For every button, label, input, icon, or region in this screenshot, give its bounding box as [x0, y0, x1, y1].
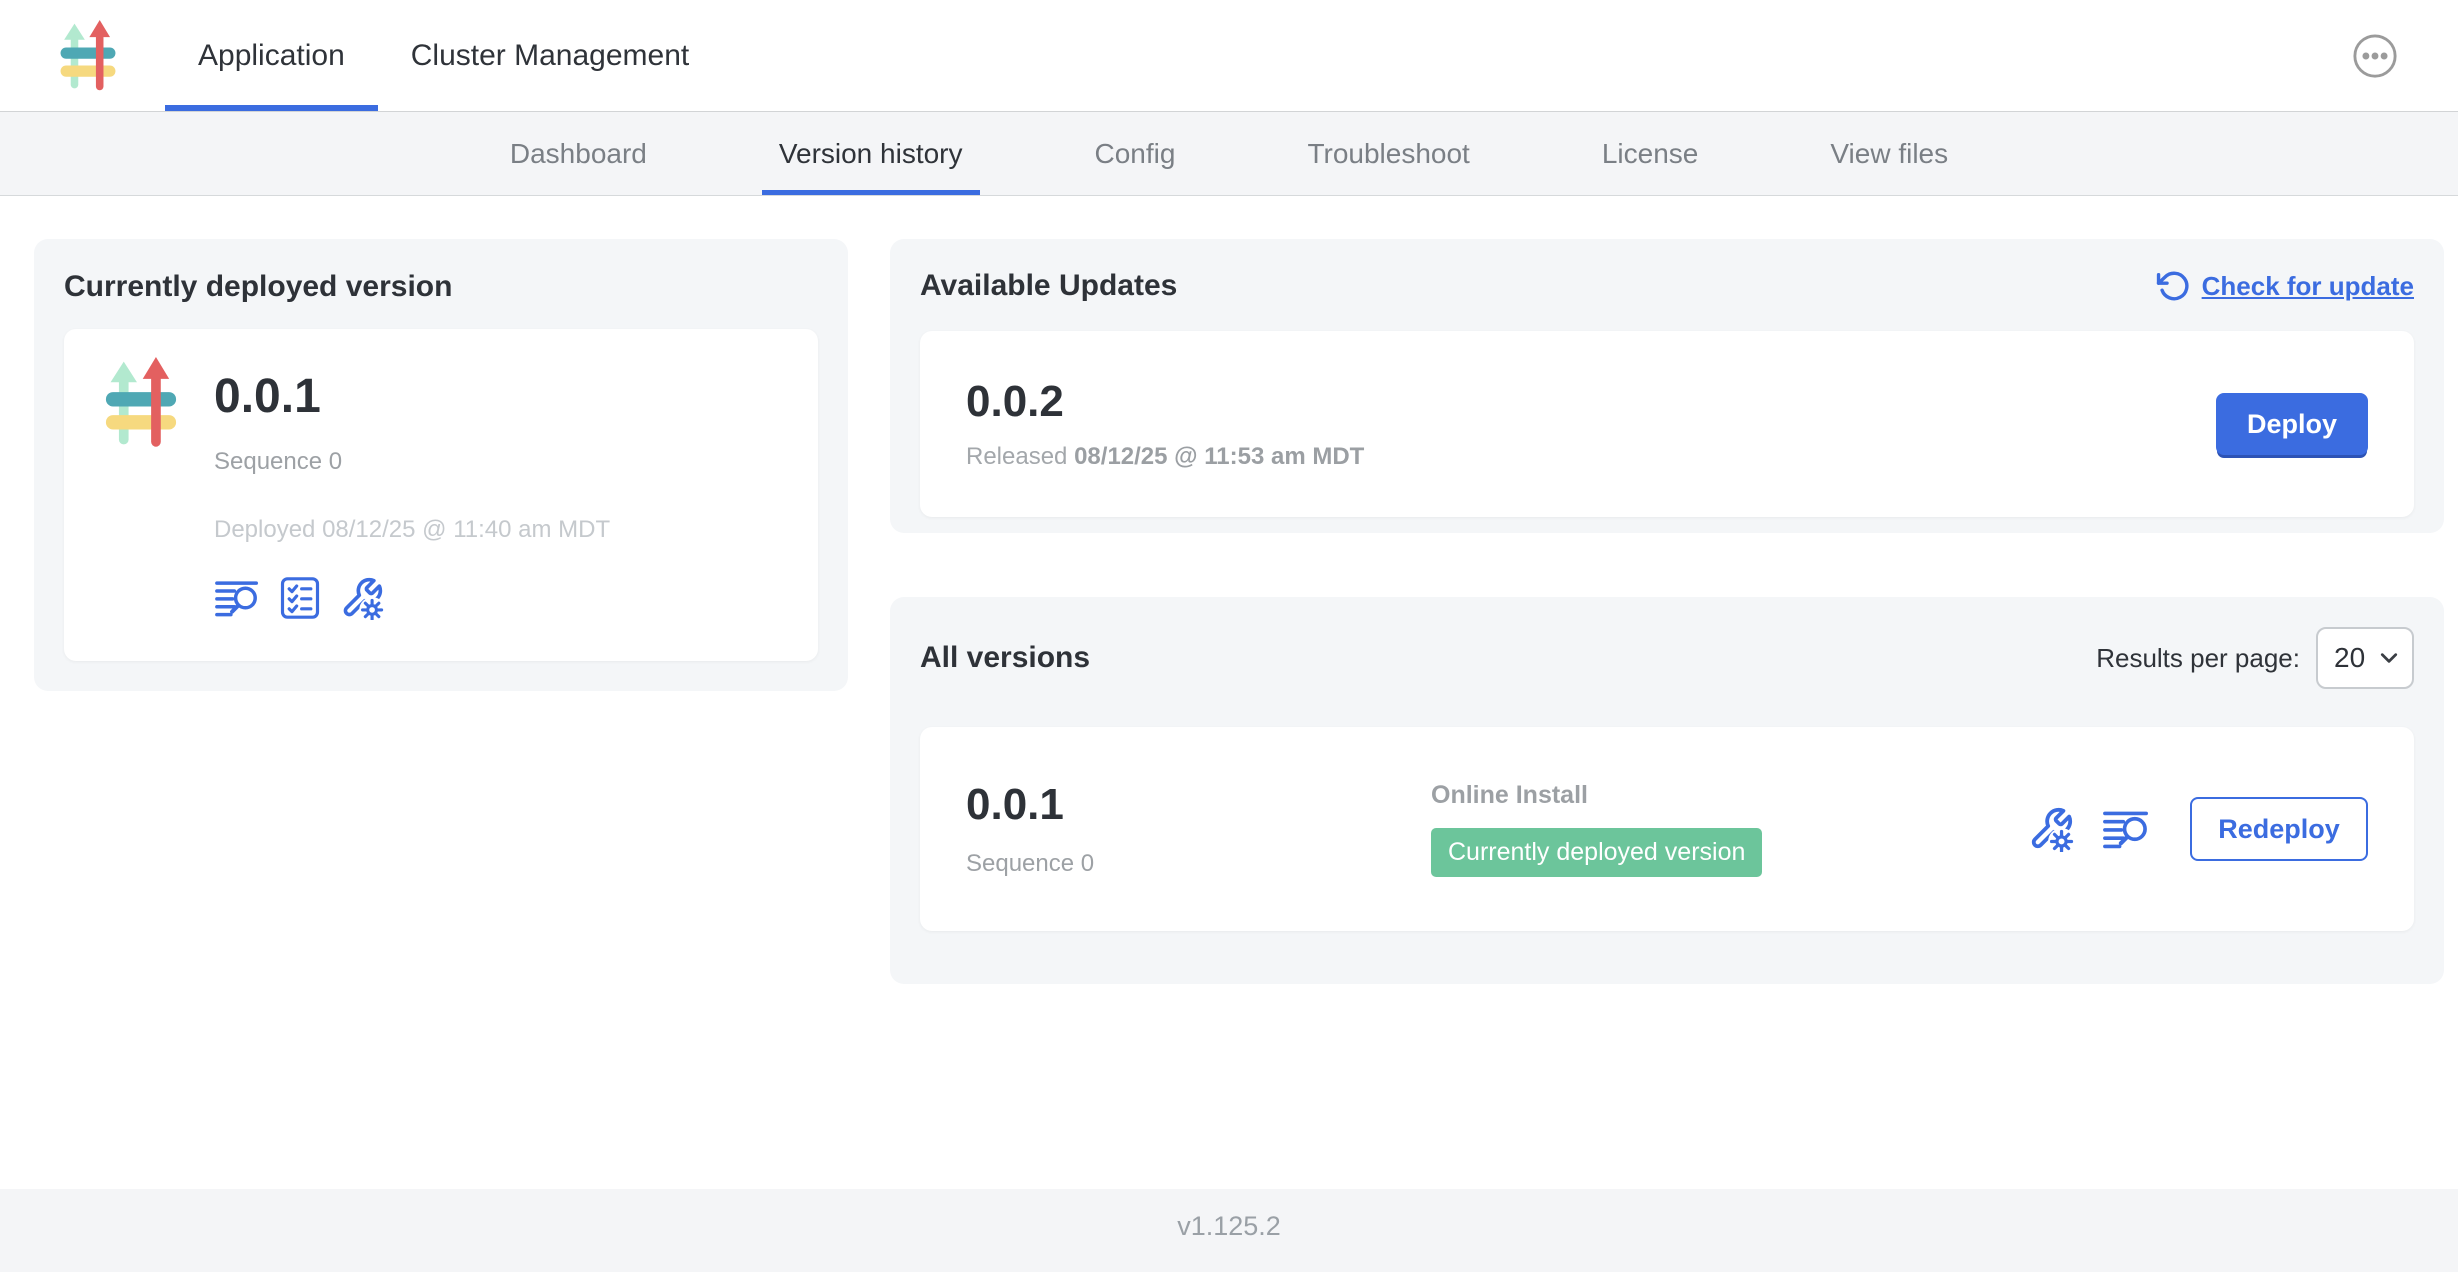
- deployed-timestamp: Deployed 08/12/25 @ 11:40 am MDT: [214, 516, 610, 544]
- results-per-page-select[interactable]: 20: [2316, 627, 2414, 689]
- deployed-card-title: Currently deployed version: [64, 270, 818, 304]
- version-sequence: Sequence 0: [966, 850, 1431, 878]
- update-version-number: 0.0.2: [966, 377, 1364, 427]
- subnav-item-view-files[interactable]: View files: [1813, 112, 1965, 195]
- check-for-update-label[interactable]: Check for update: [2202, 271, 2414, 302]
- subnav-item-license[interactable]: License: [1585, 112, 1716, 195]
- currently-deployed-badge: Currently deployed version: [1431, 828, 1762, 877]
- deployed-sequence: Sequence 0: [214, 448, 610, 476]
- subnav-item-troubleshoot[interactable]: Troubleshoot: [1290, 112, 1486, 195]
- tab-application[interactable]: Application: [165, 0, 378, 111]
- deployed-version-number: 0.0.1: [214, 369, 610, 424]
- update-row: 0.0.2 Released 08/12/25 @ 11:53 am MDT D…: [920, 331, 2414, 517]
- wrench-gear-icon[interactable]: [340, 576, 384, 620]
- all-versions-header: All versions Results per page: 20: [920, 627, 2414, 689]
- top-tabs: Application Cluster Management: [165, 0, 722, 111]
- available-updates-header: Available Updates Check for update: [920, 269, 2414, 303]
- app-subnav: Dashboard Version history Config Trouble…: [0, 112, 2458, 196]
- chevron-down-icon: [2380, 652, 2398, 664]
- console-version: v1.125.2: [1177, 1211, 1281, 1272]
- refresh-ccw-icon[interactable]: [2156, 269, 2190, 303]
- deployed-version-info: 0.0.1 Sequence 0 Deployed 08/12/25 @ 11:…: [214, 357, 610, 633]
- app-logo-icon: [104, 357, 178, 449]
- update-info: 0.0.2 Released 08/12/25 @ 11:53 am MDT: [966, 377, 1364, 471]
- app-logo-icon: [59, 20, 117, 92]
- page-footer: v1.125.2: [0, 1189, 2458, 1272]
- deployed-actions: [214, 576, 610, 620]
- version-number: 0.0.1: [966, 780, 1431, 830]
- version-row-status: Online Install Currently deployed versio…: [1431, 781, 2028, 877]
- all-versions-title: All versions: [920, 641, 1090, 675]
- header-right: [2352, 0, 2458, 111]
- ellipsis-menu-icon[interactable]: [2352, 33, 2398, 79]
- deploy-button[interactable]: Deploy: [2216, 393, 2368, 455]
- lines-magnifier-icon[interactable]: [214, 577, 260, 619]
- version-row: 0.0.1 Sequence 0 Online Install Currentl…: [920, 727, 2414, 931]
- tab-cluster-management[interactable]: Cluster Management: [378, 0, 722, 111]
- main-content: Currently deployed version 0.0.1 Sequenc…: [0, 196, 2458, 1189]
- results-per-page-label: Results per page:: [2096, 643, 2300, 674]
- update-released-timestamp: Released 08/12/25 @ 11:53 am MDT: [966, 443, 1364, 471]
- app-header: Application Cluster Management: [0, 0, 2458, 112]
- version-row-info: 0.0.1 Sequence 0: [966, 780, 1431, 878]
- available-updates-title: Available Updates: [920, 269, 1177, 303]
- subnav-item-config[interactable]: Config: [1078, 112, 1193, 195]
- lines-magnifier-icon[interactable]: [2102, 807, 2150, 851]
- subnav-item-dashboard[interactable]: Dashboard: [493, 112, 664, 195]
- wrench-gear-icon[interactable]: [2028, 806, 2074, 852]
- released-date: 08/12/25 @ 11:53 am MDT: [1074, 443, 1364, 470]
- checklist-icon[interactable]: [280, 576, 320, 620]
- deployed-version-panel: 0.0.1 Sequence 0 Deployed 08/12/25 @ 11:…: [64, 329, 818, 661]
- released-prefix: Released: [966, 443, 1074, 470]
- version-row-actions: Redeploy: [2028, 797, 2368, 861]
- install-type-label: Online Install: [1431, 781, 2028, 810]
- results-per-page-value: 20: [2334, 642, 2365, 674]
- redeploy-button[interactable]: Redeploy: [2190, 797, 2368, 861]
- subnav-item-version-history[interactable]: Version history: [762, 112, 980, 195]
- check-for-update-link[interactable]: Check for update: [2156, 269, 2414, 303]
- all-versions-card: All versions Results per page: 20 0.0.1 …: [890, 597, 2444, 984]
- results-per-page: Results per page: 20: [2096, 627, 2414, 689]
- currently-deployed-card: Currently deployed version 0.0.1 Sequenc…: [34, 239, 848, 691]
- right-column: Available Updates Check for update 0.0.2…: [890, 239, 2444, 1189]
- available-updates-card: Available Updates Check for update 0.0.2…: [890, 239, 2444, 533]
